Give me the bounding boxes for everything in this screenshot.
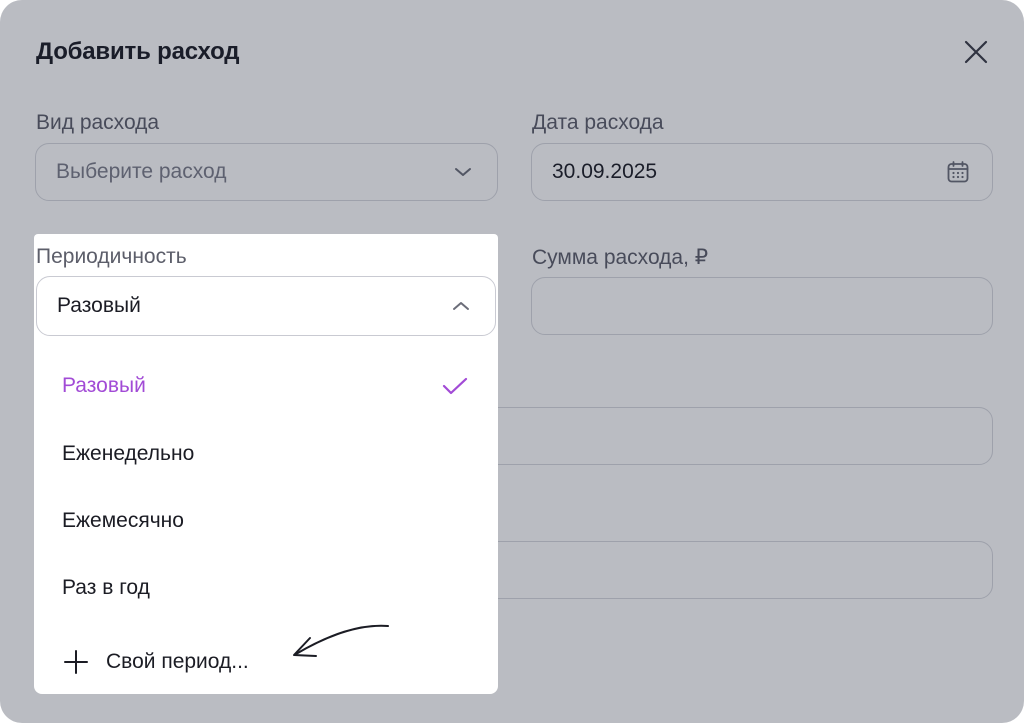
expense-type-placeholder: Выберите расход	[56, 160, 227, 183]
periodicity-select[interactable]: Разовый	[36, 276, 496, 336]
periodicity-value: Разовый	[57, 294, 141, 317]
option-label: Еженедельно	[62, 442, 195, 465]
amount-label: Сумма расхода, ₽	[532, 246, 709, 269]
plus-icon	[62, 648, 90, 676]
close-icon	[963, 39, 989, 70]
option-label: Разовый	[62, 374, 146, 397]
expense-date-input[interactable]: 30.09.2025	[531, 143, 993, 201]
expense-type-select[interactable]: Выберите расход	[35, 143, 498, 201]
option-label: Ежемесячно	[62, 509, 184, 532]
chevron-down-icon	[449, 158, 477, 186]
modal-title: Добавить расход	[36, 38, 240, 65]
calendar-icon[interactable]	[944, 158, 972, 186]
option-monthly[interactable]: Ежемесячно	[34, 493, 498, 549]
periodicity-panel: Периодичность Разовый	[34, 234, 498, 344]
chevron-up-icon	[447, 292, 475, 320]
add-expense-modal: Добавить расход Вид расхода Выберите рас…	[0, 0, 1024, 723]
periodicity-label: Периодичность	[36, 245, 187, 268]
option-label: Раз в год	[62, 576, 150, 599]
option-yearly[interactable]: Раз в год	[34, 560, 498, 616]
option-weekly[interactable]: Еженедельно	[34, 426, 498, 482]
expense-date-label: Дата расхода	[532, 111, 664, 134]
periodicity-dropdown: Разовый Еженедельно Ежемесячно Раз в год…	[34, 344, 498, 694]
check-icon	[440, 374, 470, 398]
amount-input[interactable]	[531, 277, 993, 335]
close-button[interactable]	[958, 36, 994, 72]
custom-period-label: Свой период...	[106, 650, 249, 673]
expense-type-label: Вид расхода	[36, 111, 160, 134]
annotation-arrow-icon	[293, 624, 389, 657]
option-once[interactable]: Разовый	[34, 358, 498, 414]
custom-period-button[interactable]: Свой период...	[34, 634, 498, 690]
expense-date-value: 30.09.2025	[552, 160, 658, 183]
